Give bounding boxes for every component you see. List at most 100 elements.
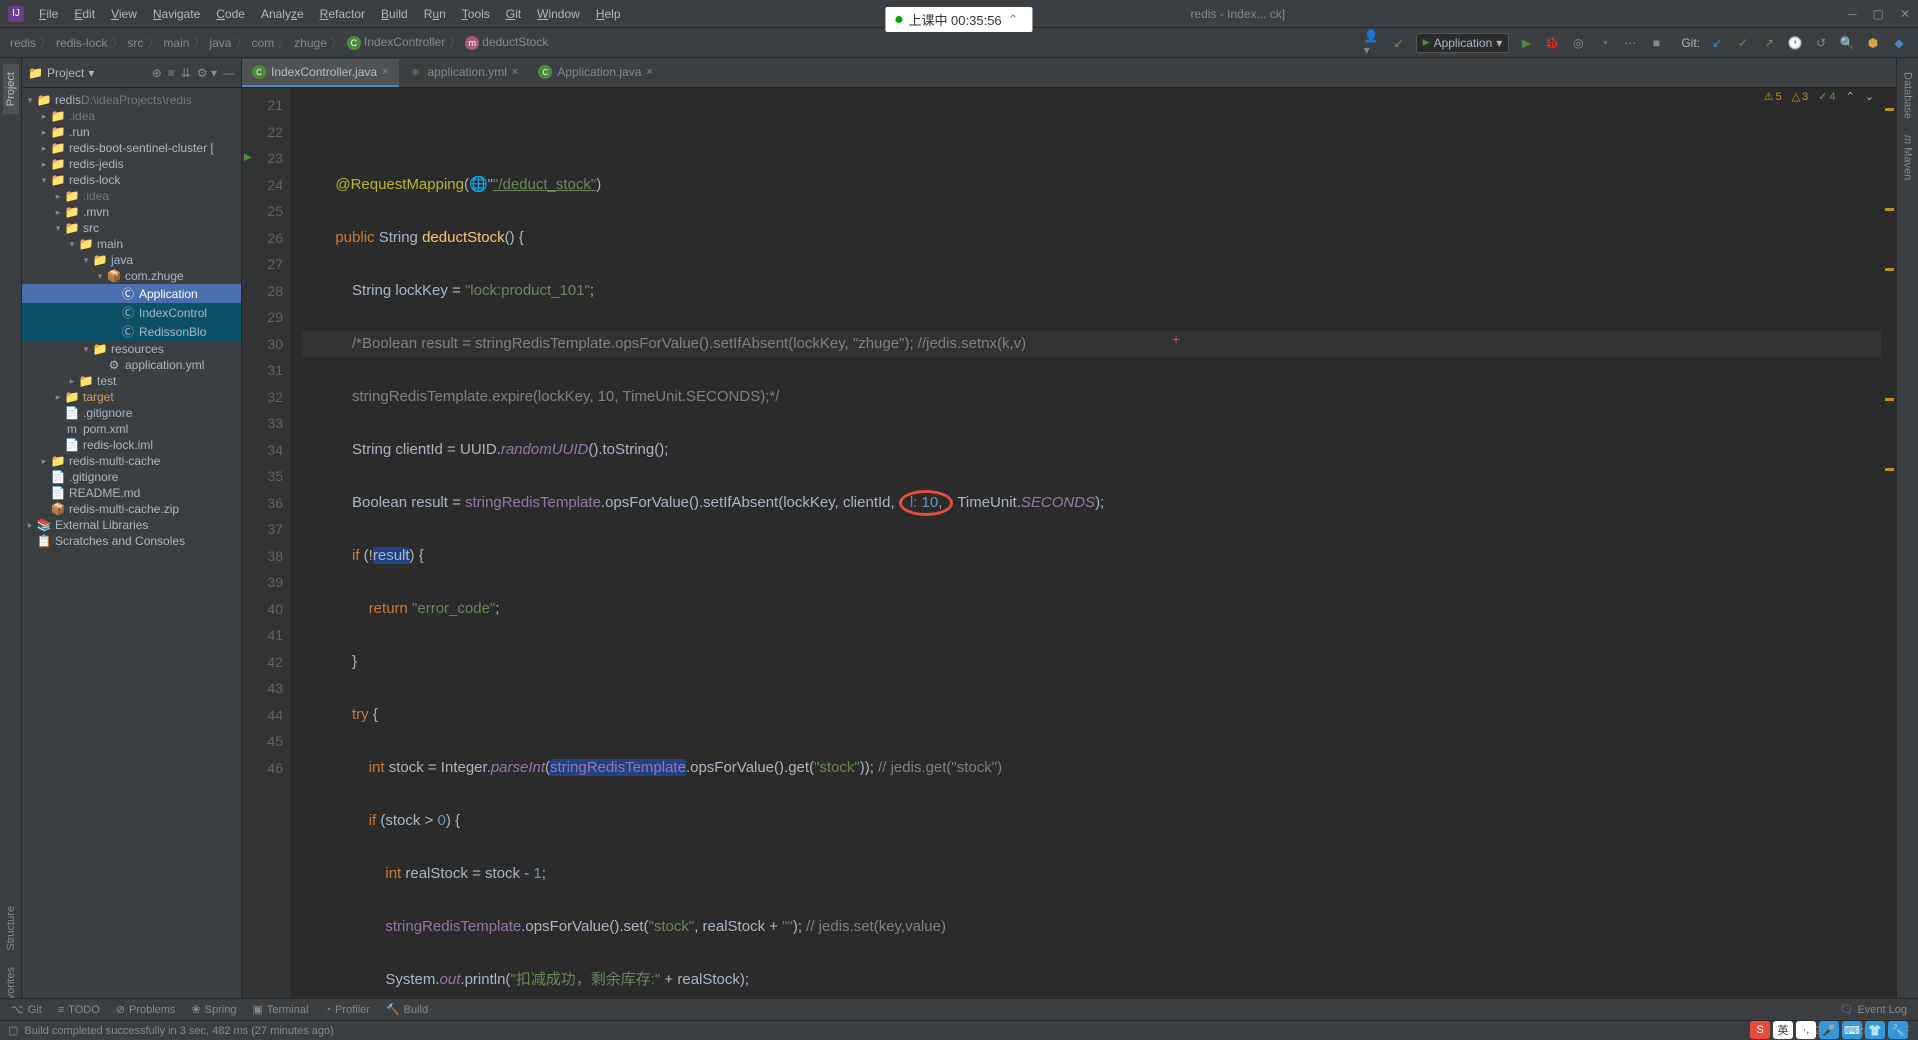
menu-file[interactable]: File bbox=[32, 4, 65, 24]
menu-tools[interactable]: Tools bbox=[455, 4, 497, 24]
tree-node[interactable]: ⒸApplication bbox=[22, 284, 241, 303]
menu-git[interactable]: Git bbox=[499, 4, 528, 24]
btn-terminal[interactable]: ▣ Terminal bbox=[245, 1001, 315, 1018]
tree-node[interactable]: ▸📁.mvn bbox=[22, 204, 241, 220]
code-body[interactable]: @RequestMapping(🌐""/deduct_stock") publi… bbox=[292, 88, 1882, 1020]
git-commit-icon[interactable]: ✓ bbox=[1734, 34, 1752, 52]
tree-node[interactable]: ▸📁.idea bbox=[22, 108, 241, 124]
ime-toolbar[interactable]: S 英 ·, 🎤 ⌨ 👕 🔧 bbox=[1750, 1021, 1908, 1039]
tree-node[interactable]: ▸📁.run bbox=[22, 124, 241, 140]
tree-node[interactable]: ▾📁java bbox=[22, 252, 241, 268]
tree-node[interactable]: ⚙application.yml bbox=[22, 357, 241, 373]
tree-node[interactable]: ▾📁main bbox=[22, 236, 241, 252]
menu-analyze[interactable]: Analyze bbox=[254, 4, 311, 24]
git-rollback-icon[interactable]: ↺ bbox=[1812, 34, 1830, 52]
error-stripe[interactable] bbox=[1882, 88, 1896, 1020]
code-editor[interactable]: 2122▶23242526272829303132333435363738394… bbox=[242, 88, 1896, 1020]
tree-node[interactable]: ⒸIndexControl bbox=[22, 303, 241, 322]
btn-git[interactable]: ⌥ Git bbox=[4, 1001, 49, 1018]
ime-lang-icon[interactable]: 英 bbox=[1773, 1021, 1793, 1039]
rail-maven[interactable]: m Maven bbox=[1900, 127, 1916, 188]
tree-node[interactable]: 📋Scratches and Consoles bbox=[22, 533, 241, 549]
btn-profiler[interactable]: ◔ Profiler bbox=[317, 1002, 377, 1018]
btn-problems[interactable]: ⊘ Problems bbox=[109, 1001, 183, 1018]
recording-chevron-icon[interactable]: ⌃ bbox=[1008, 12, 1019, 28]
git-push-icon[interactable]: ↗ bbox=[1760, 34, 1778, 52]
close-button[interactable]: ✕ bbox=[1900, 7, 1910, 21]
menu-build[interactable]: Build bbox=[374, 4, 415, 24]
tree-node[interactable]: ▸📁redis-jedis bbox=[22, 156, 241, 172]
tree-node[interactable]: ▸📁target bbox=[22, 389, 241, 405]
btn-eventlog[interactable]: 🗨 Event Log bbox=[1832, 1001, 1914, 1018]
ime-skin-icon[interactable]: 👕 bbox=[1865, 1021, 1885, 1039]
tree-node[interactable]: ▸📚External Libraries bbox=[22, 517, 241, 533]
crumb[interactable]: com bbox=[251, 36, 274, 50]
close-icon[interactable]: × bbox=[382, 66, 388, 78]
stop-button[interactable]: ■ bbox=[1647, 34, 1665, 52]
gutter[interactable]: 2122▶23242526272829303132333435363738394… bbox=[242, 88, 292, 1020]
menu-window[interactable]: Window bbox=[530, 4, 587, 24]
rail-project[interactable]: Project bbox=[3, 64, 19, 114]
close-icon[interactable]: × bbox=[646, 66, 652, 78]
ime-keyboard-icon[interactable]: ⌨ bbox=[1842, 1021, 1862, 1039]
crumb-class[interactable]: CIndexController bbox=[347, 35, 445, 50]
debug-button[interactable]: 🐞 bbox=[1543, 34, 1561, 52]
menu-code[interactable]: Code bbox=[209, 4, 252, 24]
profile-button[interactable]: ◔ bbox=[1595, 34, 1613, 52]
ime-mic-icon[interactable]: 🎤 bbox=[1819, 1021, 1839, 1039]
tree-node[interactable]: 📄redis-lock.iml bbox=[22, 437, 241, 453]
tab-application-java[interactable]: CApplication.java× bbox=[528, 59, 663, 87]
btn-spring[interactable]: ❀ Spring bbox=[184, 1001, 243, 1018]
menu-help[interactable]: Help bbox=[589, 4, 628, 24]
tree-node[interactable]: 📄.gitignore bbox=[22, 405, 241, 421]
crumb[interactable]: src bbox=[127, 36, 143, 50]
tree-node[interactable]: 📄README.md bbox=[22, 485, 241, 501]
coverage-button[interactable]: ◎ bbox=[1569, 34, 1587, 52]
tree-node[interactable]: 📦redis-multi-cache.zip bbox=[22, 501, 241, 517]
tab-application-yml[interactable]: ⚙application.yml× bbox=[399, 59, 529, 87]
project-tree[interactable]: ▾📁redis D:\ideaProjects\redis▸📁.idea▸📁.r… bbox=[22, 88, 241, 1020]
crumb[interactable]: java bbox=[209, 36, 231, 50]
menu-refactor[interactable]: Refactor bbox=[313, 4, 372, 24]
tree-node[interactable]: ▾📁redis-lock bbox=[22, 172, 241, 188]
rail-database[interactable]: Database bbox=[1900, 64, 1916, 127]
tree-node[interactable]: ▸📁test bbox=[22, 373, 241, 389]
hide-icon[interactable]: — bbox=[223, 66, 235, 80]
tab-indexcontroller[interactable]: CIndexController.java× bbox=[242, 59, 399, 87]
settings-icon[interactable]: ⬢ bbox=[1864, 34, 1882, 52]
crumb[interactable]: redis-lock bbox=[56, 36, 107, 50]
attach-button[interactable]: ⋯ bbox=[1621, 34, 1639, 52]
git-history-icon[interactable]: 🕐 bbox=[1786, 34, 1804, 52]
menu-view[interactable]: View bbox=[104, 4, 144, 24]
sidebar-title[interactable]: 📁 Project ▾ bbox=[28, 66, 94, 80]
menu-navigate[interactable]: Navigate bbox=[146, 4, 207, 24]
tree-node[interactable]: mpom.xml bbox=[22, 421, 241, 437]
tree-node[interactable]: ▾📁src bbox=[22, 220, 241, 236]
tree-node[interactable]: ▾📁resources bbox=[22, 341, 241, 357]
ide-icon[interactable]: ◆ bbox=[1890, 34, 1908, 52]
close-icon[interactable]: × bbox=[512, 66, 518, 78]
tree-node[interactable]: ▾📁redis D:\ideaProjects\redis bbox=[22, 92, 241, 108]
menu-run[interactable]: Run bbox=[417, 4, 453, 24]
crumb[interactable]: main bbox=[163, 36, 189, 50]
crumb-method[interactable]: mdeductStock bbox=[465, 35, 548, 50]
ime-punct-icon[interactable]: ·, bbox=[1796, 1021, 1816, 1039]
crumb[interactable]: zhuge bbox=[294, 36, 327, 50]
run-config-selector[interactable]: Application ▾ bbox=[1416, 33, 1510, 53]
tree-node[interactable]: ▸📁redis-multi-cache bbox=[22, 453, 241, 469]
build-icon[interactable]: ↙ bbox=[1390, 34, 1408, 52]
settings-gear-icon[interactable]: ⚙ ▾ bbox=[197, 66, 217, 80]
locate-icon[interactable]: ⊕ bbox=[152, 66, 162, 80]
crumb[interactable]: redis bbox=[10, 36, 36, 50]
ime-logo-icon[interactable]: S bbox=[1750, 1021, 1770, 1039]
collapse-icon[interactable]: ⇊ bbox=[181, 66, 191, 80]
tree-node[interactable]: ▸📁.idea bbox=[22, 188, 241, 204]
tree-node[interactable]: ▾📦com.zhuge bbox=[22, 268, 241, 284]
btn-build[interactable]: 🔨 Build bbox=[379, 1001, 435, 1018]
tree-node[interactable]: ▸📁redis-boot-sentinel-cluster [ bbox=[22, 140, 241, 156]
run-button[interactable]: ▶ bbox=[1517, 34, 1535, 52]
git-update-icon[interactable]: ↙ bbox=[1708, 34, 1726, 52]
tree-node[interactable]: 📄.gitignore bbox=[22, 469, 241, 485]
expand-icon[interactable]: ≡ bbox=[168, 66, 175, 80]
rail-structure[interactable]: Structure bbox=[3, 898, 19, 959]
